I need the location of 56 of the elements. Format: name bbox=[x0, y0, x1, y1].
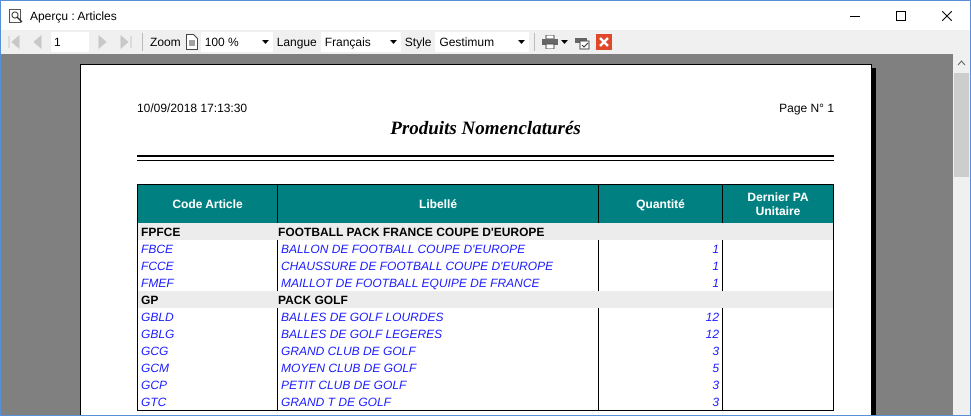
style-dropdown[interactable]: Gestimum bbox=[435, 32, 530, 52]
document-icon bbox=[184, 34, 199, 50]
table-cell: CHAUSSURE DE FOOTBALL COUPE D'EUROPE bbox=[277, 257, 598, 274]
language-dropdown[interactable]: Français bbox=[320, 32, 401, 52]
caret-icon bbox=[390, 40, 397, 44]
table-cell-text: GCG bbox=[140, 342, 170, 359]
language-label: Langue bbox=[276, 35, 318, 49]
report-title: Produits Nomenclaturés bbox=[389, 118, 582, 140]
group-label: PACK GOLF bbox=[278, 292, 348, 306]
table-cell-text: GTC bbox=[140, 394, 168, 410]
caret-icon bbox=[561, 40, 568, 44]
report-date: 10/09/2018 17:13:30 bbox=[137, 101, 248, 115]
table-cell: GRAND CLUB DE GOLF bbox=[277, 342, 598, 359]
table-cell: 1 bbox=[598, 257, 722, 274]
printer-icon bbox=[542, 35, 558, 49]
style-label: Style bbox=[404, 35, 432, 49]
table-cell: 5 bbox=[598, 359, 722, 376]
page-number-field[interactable]: 1 bbox=[51, 32, 89, 52]
table-cell: BALLES DE GOLF LEGERES bbox=[277, 325, 598, 342]
skip-forward-icon bbox=[118, 34, 134, 50]
table-cell: 3 bbox=[598, 393, 722, 410]
table-cell-text: GBLG bbox=[140, 326, 176, 342]
table-cell: 1 bbox=[598, 240, 722, 257]
table-cell: MOYEN CLUB DE GOLF bbox=[277, 359, 598, 376]
zoom-dropdown[interactable]: 100 % bbox=[200, 32, 273, 52]
close-icon bbox=[942, 10, 952, 20]
page-number: Page N° 1 bbox=[779, 101, 834, 115]
table-cell: PETIT CLUB DE GOLF bbox=[277, 376, 598, 393]
table-cell: 12 bbox=[598, 308, 722, 325]
table-cell: GRAND T DE GOLF bbox=[277, 393, 598, 410]
group-code: FPFCE bbox=[140, 224, 182, 238]
group-label: FOOTBALL PACK FRANCE COUPE D'EUROPE bbox=[278, 224, 544, 238]
maximize-icon bbox=[896, 10, 906, 20]
table-cell: 3 bbox=[598, 376, 722, 393]
column-header: Code Article bbox=[171, 196, 244, 213]
skip-back-icon bbox=[6, 34, 22, 50]
close-icon bbox=[596, 34, 612, 50]
table-cell: BALLON DE FOOTBALL COUPE D'EUROPE bbox=[277, 240, 598, 257]
table-cell-text: GCP bbox=[140, 376, 168, 393]
group-code: GP bbox=[140, 292, 160, 306]
table-cell: 12 bbox=[598, 325, 722, 342]
table-cell-text: FBCE bbox=[140, 240, 174, 257]
table-cell-text: GBLD bbox=[140, 308, 175, 325]
table-cell: BALLES DE GOLF LOURDES bbox=[277, 308, 598, 325]
table-cell-text: FCCE bbox=[140, 258, 175, 274]
magnifier-document-icon bbox=[8, 8, 24, 24]
table-cell-text: GCM bbox=[140, 360, 170, 376]
window-title: Aperçu : Articles bbox=[30, 8, 118, 22]
table-cell-text: FMEF bbox=[140, 274, 176, 291]
caret-icon bbox=[518, 40, 526, 44]
close-preview-button[interactable] bbox=[594, 31, 614, 53]
caret-icon bbox=[262, 40, 269, 44]
table-cell: 3 bbox=[598, 342, 722, 359]
scrollbar-thumb[interactable] bbox=[954, 73, 969, 177]
vertical-scrollbar[interactable] bbox=[953, 54, 970, 415]
zoom-label: Zoom bbox=[149, 35, 182, 49]
